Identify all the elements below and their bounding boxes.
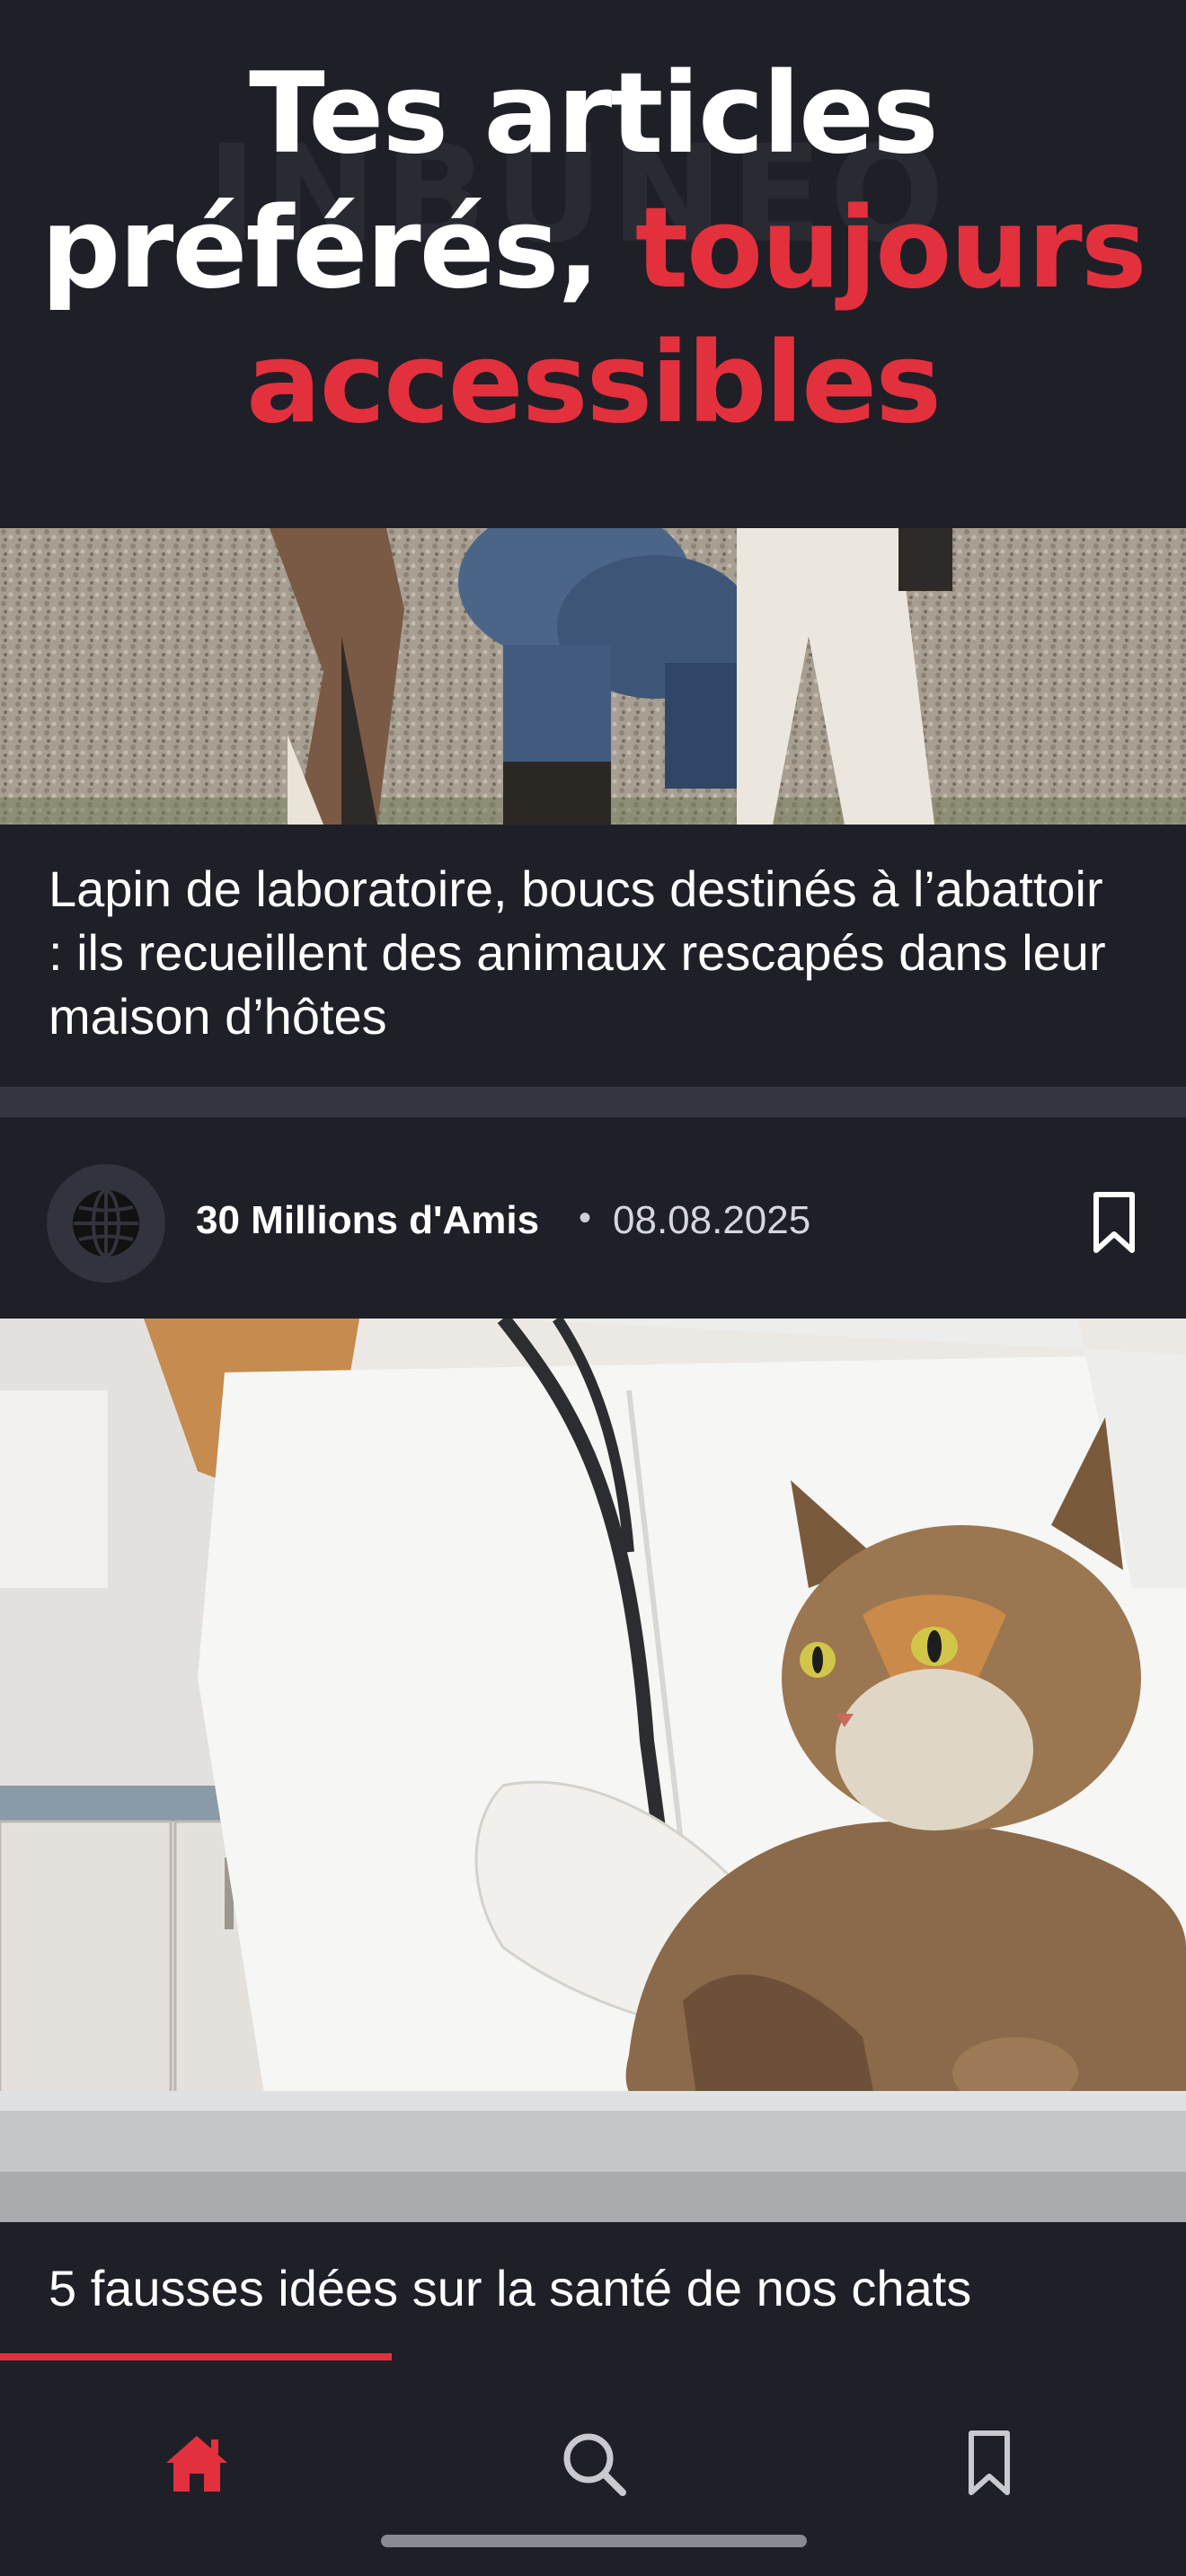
bookmark-icon [1093, 1192, 1135, 1253]
source-avatar [47, 1164, 165, 1283]
article-date: 08.08.2025 [613, 1198, 811, 1242]
home-icon [166, 2436, 227, 2492]
meta-separator-dot: • [579, 1198, 592, 1238]
globe-icon [73, 1189, 139, 1257]
reading-progress-fill [0, 2353, 392, 2360]
hero-title-line2-white: préférés, [40, 184, 635, 313]
bookmark-icon [969, 2430, 1010, 2495]
article-separator [0, 1087, 1186, 1117]
hero-title: Tes articles préférés, toujours accessib… [0, 47, 1186, 451]
hero-title-line3-red: accessibles [245, 319, 942, 448]
tab-home[interactable] [156, 2423, 237, 2504]
article-1-title[interactable]: Lapin de laboratoire, boucs destinés à l… [49, 857, 1127, 1048]
article-2-source-row: 30 Millions d'Amis • 08.08.2025 [0, 1117, 1186, 1319]
hero-title-line2-red: toujours [634, 184, 1147, 313]
source-name[interactable]: 30 Millions d'Amis [196, 1198, 539, 1243]
article-2-image[interactable] [0, 1319, 1186, 2222]
goats-photo [0, 528, 1186, 825]
reading-progress-bar [0, 2353, 1186, 2360]
home-indicator[interactable] [381, 2535, 807, 2547]
hero-banner: INBUNEO Tes articles préférés, toujours … [0, 0, 1186, 528]
hero-title-line1: Tes articles [249, 49, 939, 179]
article-1-image[interactable] [0, 528, 1186, 825]
bookmark-button[interactable] [1089, 1189, 1139, 1257]
vet-cat-photo [0, 1319, 1186, 2222]
tab-search[interactable] [553, 2423, 634, 2504]
article-2-title[interactable]: 5 fausses idées sur la santé de nos chat… [49, 2256, 1127, 2320]
article-1-card[interactable]: Lapin de laboratoire, boucs destinés à l… [0, 825, 1186, 1087]
search-icon [563, 2433, 626, 2496]
tab-bookmarks[interactable] [949, 2423, 1030, 2504]
article-2-card[interactable]: 5 fausses idées sur la santé de nos chat… [0, 2222, 1186, 2357]
